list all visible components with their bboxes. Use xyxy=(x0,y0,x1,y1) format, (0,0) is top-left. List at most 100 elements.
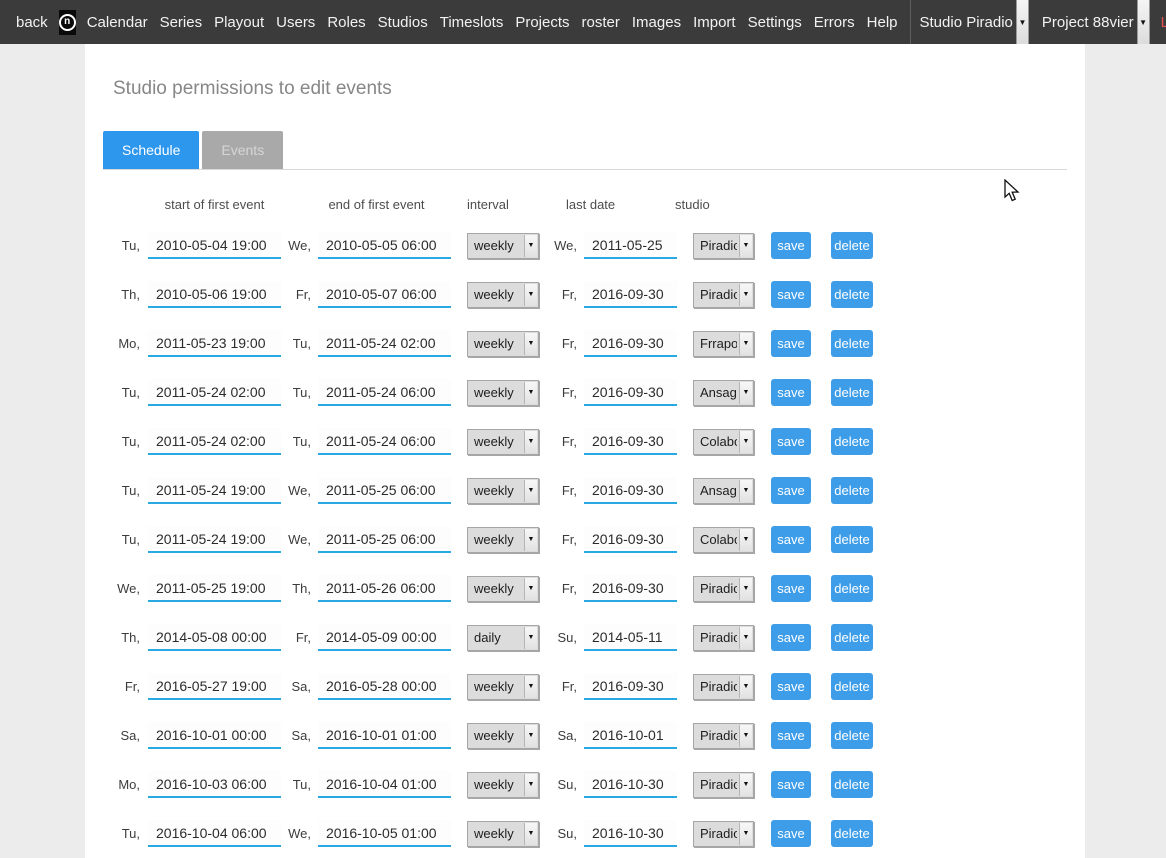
last-date-input[interactable] xyxy=(584,281,677,308)
start-datetime-input[interactable] xyxy=(148,281,281,308)
interval-select[interactable]: weekly xyxy=(468,234,538,258)
studio-select[interactable]: Piradio xyxy=(694,234,753,258)
end-datetime-input[interactable] xyxy=(318,820,451,847)
last-date-input[interactable] xyxy=(584,232,677,259)
save-button[interactable]: save xyxy=(771,281,811,308)
studio-select[interactable]: Ansage xyxy=(694,479,753,503)
studio-select[interactable]: Piradio xyxy=(694,283,753,307)
last-date-input[interactable] xyxy=(584,477,677,504)
delete-button[interactable]: delete xyxy=(831,526,873,553)
nav-item-roles[interactable]: Roles xyxy=(327,14,365,31)
interval-select[interactable]: weekly xyxy=(468,724,538,748)
nav-item-projects[interactable]: Projects xyxy=(515,14,569,31)
start-datetime-input[interactable] xyxy=(148,624,281,651)
save-button[interactable]: save xyxy=(771,232,811,259)
delete-button[interactable]: delete xyxy=(831,575,873,602)
last-date-input[interactable] xyxy=(584,624,677,651)
nav-item-playout[interactable]: Playout xyxy=(214,14,264,31)
delete-button[interactable]: delete xyxy=(831,232,873,259)
save-button[interactable]: save xyxy=(771,624,811,651)
nav-item-roster[interactable]: roster xyxy=(582,14,620,31)
delete-button[interactable]: delete xyxy=(831,281,873,308)
nav-item-series[interactable]: Series xyxy=(160,14,203,31)
nav-item-help[interactable]: Help xyxy=(867,14,898,31)
start-datetime-input[interactable] xyxy=(148,722,281,749)
nav-item-import[interactable]: Import xyxy=(693,14,736,31)
studio-select[interactable]: Piradio xyxy=(694,626,753,650)
nav-item-studios[interactable]: Studios xyxy=(378,14,428,31)
nav-item-images[interactable]: Images xyxy=(632,14,681,31)
nav-item-errors[interactable]: Errors xyxy=(814,14,855,31)
last-date-input[interactable] xyxy=(584,526,677,553)
save-button[interactable]: save xyxy=(771,575,811,602)
start-datetime-input[interactable] xyxy=(148,330,281,357)
delete-button[interactable]: delete xyxy=(831,428,873,455)
delete-button[interactable]: delete xyxy=(831,673,873,700)
end-datetime-input[interactable] xyxy=(318,379,451,406)
end-datetime-input[interactable] xyxy=(318,624,451,651)
save-button[interactable]: save xyxy=(771,722,811,749)
save-button[interactable]: save xyxy=(771,673,811,700)
last-date-input[interactable] xyxy=(584,820,677,847)
end-datetime-input[interactable] xyxy=(318,232,451,259)
nav-item-calendar[interactable]: Calendar xyxy=(87,14,148,31)
interval-select[interactable]: weekly xyxy=(468,430,538,454)
interval-select[interactable]: weekly xyxy=(468,773,538,797)
delete-button[interactable]: delete xyxy=(831,330,873,357)
project-switcher-select[interactable]: Project 88vier ▼ xyxy=(1033,0,1150,44)
last-date-input[interactable] xyxy=(584,575,677,602)
start-datetime-input[interactable] xyxy=(148,526,281,553)
interval-select[interactable]: weekly xyxy=(468,822,538,846)
delete-button[interactable]: delete xyxy=(831,477,873,504)
start-datetime-input[interactable] xyxy=(148,428,281,455)
last-date-input[interactable] xyxy=(584,330,677,357)
delete-button[interactable]: delete xyxy=(831,820,873,847)
interval-select[interactable]: weekly xyxy=(468,528,538,552)
save-button[interactable]: save xyxy=(771,477,811,504)
nav-item-users[interactable]: Users xyxy=(276,14,315,31)
end-datetime-input[interactable] xyxy=(318,673,451,700)
start-datetime-input[interactable] xyxy=(148,820,281,847)
interval-select[interactable]: weekly xyxy=(468,332,538,356)
studio-select[interactable]: Colabo xyxy=(694,430,753,454)
end-datetime-input[interactable] xyxy=(318,477,451,504)
end-datetime-input[interactable] xyxy=(318,281,451,308)
interval-select[interactable]: daily xyxy=(468,626,538,650)
logout-link[interactable]: Logout xyxy=(1161,14,1166,31)
app-logo-icon[interactable]: n xyxy=(59,10,76,35)
last-date-input[interactable] xyxy=(584,379,677,406)
chevron-down-icon[interactable]: ▼ xyxy=(1137,0,1150,44)
delete-button[interactable]: delete xyxy=(831,722,873,749)
nav-back-link[interactable]: back xyxy=(16,14,48,31)
chevron-down-icon[interactable]: ▼ xyxy=(1016,0,1029,44)
start-datetime-input[interactable] xyxy=(148,379,281,406)
interval-select[interactable]: weekly xyxy=(468,381,538,405)
studio-select[interactable]: Piradio xyxy=(694,773,753,797)
last-date-input[interactable] xyxy=(584,428,677,455)
studio-select[interactable]: Piradio xyxy=(694,577,753,601)
save-button[interactable]: save xyxy=(771,428,811,455)
start-datetime-input[interactable] xyxy=(148,771,281,798)
delete-button[interactable]: delete xyxy=(831,624,873,651)
studio-select[interactable]: Colabo xyxy=(694,528,753,552)
last-date-input[interactable] xyxy=(584,722,677,749)
save-button[interactable]: save xyxy=(771,526,811,553)
end-datetime-input[interactable] xyxy=(318,722,451,749)
interval-select[interactable]: weekly xyxy=(468,283,538,307)
tab-events[interactable]: Events xyxy=(202,131,283,169)
start-datetime-input[interactable] xyxy=(148,477,281,504)
end-datetime-input[interactable] xyxy=(318,526,451,553)
studio-select[interactable]: Frrapo xyxy=(694,332,753,356)
end-datetime-input[interactable] xyxy=(318,771,451,798)
studio-select[interactable]: Piradio xyxy=(694,675,753,699)
save-button[interactable]: save xyxy=(771,379,811,406)
start-datetime-input[interactable] xyxy=(148,673,281,700)
interval-select[interactable]: weekly xyxy=(468,479,538,503)
end-datetime-input[interactable] xyxy=(318,575,451,602)
start-datetime-input[interactable] xyxy=(148,232,281,259)
studio-switcher-select[interactable]: Studio Piradio ▼ xyxy=(911,0,1029,44)
nav-item-timeslots[interactable]: Timeslots xyxy=(440,14,504,31)
interval-select[interactable]: weekly xyxy=(468,577,538,601)
studio-select[interactable]: Ansage xyxy=(694,381,753,405)
studio-select[interactable]: Piradio xyxy=(694,822,753,846)
